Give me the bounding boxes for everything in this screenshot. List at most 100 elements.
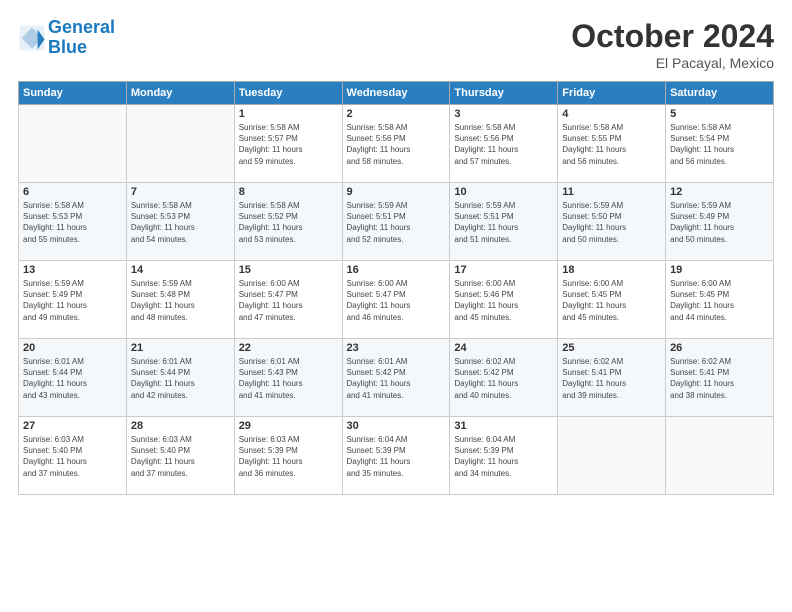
logo-text: General Blue xyxy=(48,18,115,58)
cell-w5-d6 xyxy=(666,417,774,495)
cell-w3-d5: 18 Sunrise: 6:00 AM Sunset: 5:45 PM Dayli… xyxy=(558,261,666,339)
cell-w3-d3: 16 Sunrise: 6:00 AM Sunset: 5:47 PM Dayli… xyxy=(342,261,450,339)
day-info: Sunrise: 6:03 AM Sunset: 5:40 PM Dayligh… xyxy=(23,434,122,479)
day-number: 6 xyxy=(23,186,122,198)
day-info: Sunrise: 5:59 AM Sunset: 5:48 PM Dayligh… xyxy=(131,278,230,323)
day-number: 28 xyxy=(131,420,230,432)
cell-w2-d1: 7 Sunrise: 5:58 AM Sunset: 5:53 PM Daylig… xyxy=(126,183,234,261)
calendar-page: General Blue October 2024 El Pacayal, Me… xyxy=(0,0,792,612)
day-number: 23 xyxy=(347,342,446,354)
day-number: 18 xyxy=(562,264,661,276)
day-info: Sunrise: 6:00 AM Sunset: 5:47 PM Dayligh… xyxy=(239,278,338,323)
day-number: 15 xyxy=(239,264,338,276)
day-number: 7 xyxy=(131,186,230,198)
cell-w1-d3: 2 Sunrise: 5:58 AM Sunset: 5:56 PM Daylig… xyxy=(342,105,450,183)
day-info: Sunrise: 6:04 AM Sunset: 5:39 PM Dayligh… xyxy=(454,434,553,479)
cell-w2-d6: 12 Sunrise: 5:59 AM Sunset: 5:49 PM Dayli… xyxy=(666,183,774,261)
col-monday: Monday xyxy=(126,82,234,105)
day-info: Sunrise: 6:01 AM Sunset: 5:44 PM Dayligh… xyxy=(23,356,122,401)
week-row-5: 27 Sunrise: 6:03 AM Sunset: 5:40 PM Dayli… xyxy=(19,417,774,495)
day-info: Sunrise: 6:03 AM Sunset: 5:40 PM Dayligh… xyxy=(131,434,230,479)
logo-icon xyxy=(18,24,46,52)
cell-w1-d6: 5Sunrise: 5:58 AM Sunset: 5:54 PM Daylig… xyxy=(666,105,774,183)
day-info: Sunrise: 6:01 AM Sunset: 5:43 PM Dayligh… xyxy=(239,356,338,401)
cell-w4-d2: 22 Sunrise: 6:01 AM Sunset: 5:43 PM Dayli… xyxy=(234,339,342,417)
cell-w1-d0 xyxy=(19,105,127,183)
day-info: Sunrise: 6:00 AM Sunset: 5:45 PM Dayligh… xyxy=(562,278,661,323)
cell-w5-d0: 27 Sunrise: 6:03 AM Sunset: 5:40 PM Dayli… xyxy=(19,417,127,495)
day-info: Sunrise: 6:04 AM Sunset: 5:39 PM Dayligh… xyxy=(347,434,446,479)
cell-w3-d6: 19 Sunrise: 6:00 AM Sunset: 5:45 PM Dayli… xyxy=(666,261,774,339)
week-row-2: 6 Sunrise: 5:58 AM Sunset: 5:53 PM Daylig… xyxy=(19,183,774,261)
cell-w5-d3: 30 Sunrise: 6:04 AM Sunset: 5:39 PM Dayli… xyxy=(342,417,450,495)
day-number: 21 xyxy=(131,342,230,354)
day-number: 14 xyxy=(131,264,230,276)
location: El Pacayal, Mexico xyxy=(571,55,774,71)
day-info: Sunrise: 6:01 AM Sunset: 5:42 PM Dayligh… xyxy=(347,356,446,401)
cell-w1-d1 xyxy=(126,105,234,183)
cell-w1-d2: 1 Sunrise: 5:58 AM Sunset: 5:57 PM Daylig… xyxy=(234,105,342,183)
day-info: Sunrise: 6:03 AM Sunset: 5:39 PM Dayligh… xyxy=(239,434,338,479)
week-row-1: 1 Sunrise: 5:58 AM Sunset: 5:57 PM Daylig… xyxy=(19,105,774,183)
day-number: 9 xyxy=(347,186,446,198)
cell-w3-d2: 15 Sunrise: 6:00 AM Sunset: 5:47 PM Dayli… xyxy=(234,261,342,339)
day-info: Sunrise: 6:00 AM Sunset: 5:47 PM Dayligh… xyxy=(347,278,446,323)
cell-w1-d5: 4 Sunrise: 5:58 AM Sunset: 5:55 PM Daylig… xyxy=(558,105,666,183)
cell-w4-d3: 23 Sunrise: 6:01 AM Sunset: 5:42 PM Dayli… xyxy=(342,339,450,417)
day-info: Sunrise: 5:58 AM Sunset: 5:53 PM Dayligh… xyxy=(131,200,230,245)
day-number: 1 xyxy=(239,108,338,120)
day-number: 2 xyxy=(347,108,446,120)
day-info: Sunrise: 6:00 AM Sunset: 5:45 PM Dayligh… xyxy=(670,278,769,323)
col-friday: Friday xyxy=(558,82,666,105)
day-number: 10 xyxy=(454,186,553,198)
day-number: 20 xyxy=(23,342,122,354)
cell-w5-d2: 29Sunrise: 6:03 AM Sunset: 5:39 PM Dayli… xyxy=(234,417,342,495)
day-info: Sunrise: 5:58 AM Sunset: 5:56 PM Dayligh… xyxy=(454,122,553,167)
day-info: Sunrise: 5:59 AM Sunset: 5:49 PM Dayligh… xyxy=(23,278,122,323)
cell-w2-d4: 10 Sunrise: 5:59 AM Sunset: 5:51 PM Dayli… xyxy=(450,183,558,261)
cell-w4-d6: 26Sunrise: 6:02 AM Sunset: 5:41 PM Dayli… xyxy=(666,339,774,417)
day-info: Sunrise: 5:59 AM Sunset: 5:49 PM Dayligh… xyxy=(670,200,769,245)
cell-w5-d1: 28 Sunrise: 6:03 AM Sunset: 5:40 PM Dayli… xyxy=(126,417,234,495)
col-saturday: Saturday xyxy=(666,82,774,105)
day-number: 5 xyxy=(670,108,769,120)
cell-w1-d4: 3 Sunrise: 5:58 AM Sunset: 5:56 PM Daylig… xyxy=(450,105,558,183)
day-info: Sunrise: 6:02 AM Sunset: 5:41 PM Dayligh… xyxy=(562,356,661,401)
day-number: 3 xyxy=(454,108,553,120)
day-number: 30 xyxy=(347,420,446,432)
month-title: October 2024 xyxy=(571,18,774,55)
cell-w4-d0: 20 Sunrise: 6:01 AM Sunset: 5:44 PM Dayli… xyxy=(19,339,127,417)
col-tuesday: Tuesday xyxy=(234,82,342,105)
cell-w4-d4: 24 Sunrise: 6:02 AM Sunset: 5:42 PM Dayli… xyxy=(450,339,558,417)
day-info: Sunrise: 6:02 AM Sunset: 5:42 PM Dayligh… xyxy=(454,356,553,401)
day-info: Sunrise: 5:58 AM Sunset: 5:57 PM Dayligh… xyxy=(239,122,338,167)
logo: General Blue xyxy=(18,18,115,58)
day-number: 19 xyxy=(670,264,769,276)
day-info: Sunrise: 5:58 AM Sunset: 5:56 PM Dayligh… xyxy=(347,122,446,167)
cell-w3-d4: 17Sunrise: 6:00 AM Sunset: 5:46 PM Dayli… xyxy=(450,261,558,339)
cell-w5-d4: 31 Sunrise: 6:04 AM Sunset: 5:39 PM Dayli… xyxy=(450,417,558,495)
day-info: Sunrise: 5:58 AM Sunset: 5:52 PM Dayligh… xyxy=(239,200,338,245)
day-number: 11 xyxy=(562,186,661,198)
title-block: October 2024 El Pacayal, Mexico xyxy=(571,18,774,71)
calendar-table: Sunday Monday Tuesday Wednesday Thursday… xyxy=(18,81,774,495)
day-number: 13 xyxy=(23,264,122,276)
logo-line1: General xyxy=(48,17,115,37)
day-number: 8 xyxy=(239,186,338,198)
day-info: Sunrise: 6:00 AM Sunset: 5:46 PM Dayligh… xyxy=(454,278,553,323)
cell-w3-d1: 14 Sunrise: 5:59 AM Sunset: 5:48 PM Dayli… xyxy=(126,261,234,339)
day-info: Sunrise: 5:59 AM Sunset: 5:51 PM Dayligh… xyxy=(347,200,446,245)
day-number: 4 xyxy=(562,108,661,120)
day-number: 22 xyxy=(239,342,338,354)
day-info: Sunrise: 5:59 AM Sunset: 5:50 PM Dayligh… xyxy=(562,200,661,245)
day-number: 24 xyxy=(454,342,553,354)
logo-line2: Blue xyxy=(48,37,87,57)
header-row: Sunday Monday Tuesday Wednesday Thursday… xyxy=(19,82,774,105)
day-info: Sunrise: 5:59 AM Sunset: 5:51 PM Dayligh… xyxy=(454,200,553,245)
day-info: Sunrise: 5:58 AM Sunset: 5:55 PM Dayligh… xyxy=(562,122,661,167)
cell-w2-d3: 9 Sunrise: 5:59 AM Sunset: 5:51 PM Daylig… xyxy=(342,183,450,261)
day-number: 27 xyxy=(23,420,122,432)
day-number: 31 xyxy=(454,420,553,432)
day-number: 12 xyxy=(670,186,769,198)
day-number: 16 xyxy=(347,264,446,276)
